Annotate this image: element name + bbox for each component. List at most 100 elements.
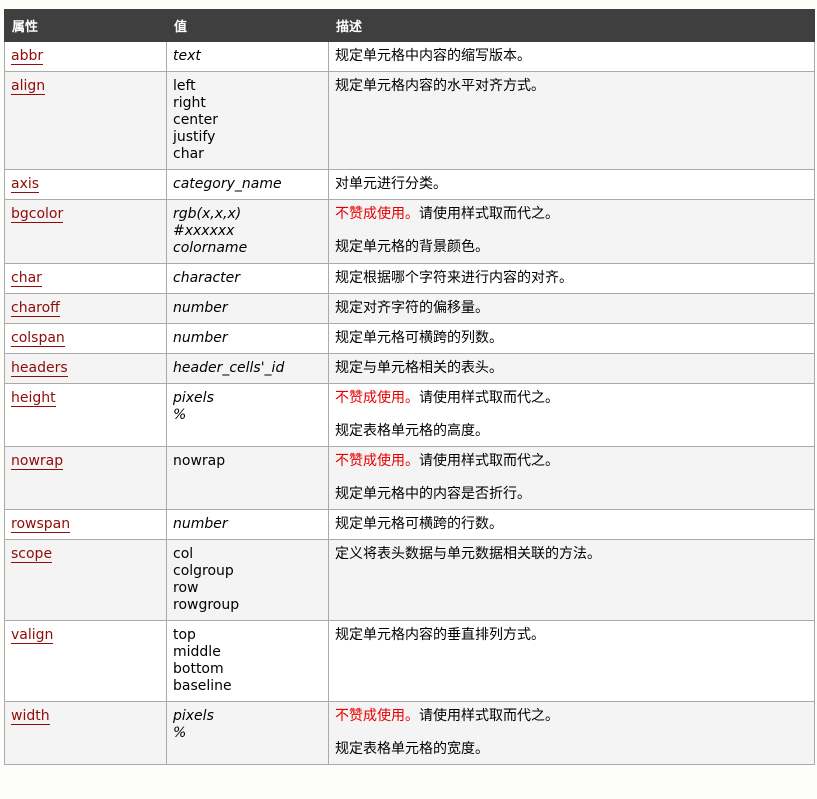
deprecation-note: 不赞成使用。请使用样式取而代之。 xyxy=(335,453,808,470)
table-row: height pixels% 不赞成使用。请使用样式取而代之。 规定表格单元格的高度。 xyxy=(4,383,815,447)
attribute-reference-table: 属性 值 描述 abbr text 规定单元格中内容的缩写版本。 align left r… xyxy=(4,9,815,765)
description-text: 定义将表头数据与单元数据相关联的方法。 xyxy=(335,546,601,562)
attribute-cell: colspan xyxy=(4,323,167,354)
description-text: 规定根据哪个字符来进行内容的对齐。 xyxy=(335,270,573,286)
value-option: char xyxy=(173,146,204,162)
value-cell: text xyxy=(166,41,329,72)
attribute-link[interactable]: rowspan xyxy=(11,516,71,533)
value-option: left xyxy=(173,78,196,94)
attribute-cell: bgcolor xyxy=(4,199,167,264)
deprecated-hint: 请使用样式取而代之。 xyxy=(419,390,559,406)
value-option: col xyxy=(173,546,194,562)
description-cell: 定义将表头数据与单元数据相关联的方法。 xyxy=(328,539,815,621)
value-option: pixels xyxy=(173,708,214,724)
attribute-cell: abbr xyxy=(4,41,167,72)
value-option: text xyxy=(173,48,201,64)
attribute-link[interactable]: bgcolor xyxy=(11,206,64,223)
deprecated-label: 不赞成使用。 xyxy=(335,453,419,469)
table-row: align left right center justify char 规定单元格内容的水… xyxy=(4,71,815,170)
table-row: charoff number 规定对齐字符的偏移量。 xyxy=(4,293,815,324)
attribute-link[interactable]: width xyxy=(11,708,50,725)
attribute-cell: height xyxy=(4,383,167,447)
value-cell: top middle bottom baseline xyxy=(166,620,329,702)
attribute-link[interactable]: axis xyxy=(11,176,40,193)
attribute-cell: rowspan xyxy=(4,509,167,540)
attribute-cell: valign xyxy=(4,620,167,702)
attribute-link[interactable]: colspan xyxy=(11,330,65,347)
attribute-cell: char xyxy=(4,263,167,294)
description-cell: 不赞成使用。请使用样式取而代之。规定表格单元格的高度。 xyxy=(328,383,815,447)
attribute-link[interactable]: align xyxy=(11,78,46,95)
value-option: number xyxy=(173,516,228,532)
description-text: 规定与单元格相关的表头。 xyxy=(335,360,503,376)
value-option: top xyxy=(173,627,196,643)
description-text: 规定对齐字符的偏移量。 xyxy=(335,300,489,316)
value-option: rgb(x,x,x) xyxy=(173,206,242,222)
value-cell: col colgroup row rowgroup xyxy=(166,539,329,621)
attribute-cell: axis xyxy=(4,169,167,200)
deprecated-label: 不赞成使用。 xyxy=(335,206,419,222)
description-cell: 不赞成使用。请使用样式取而代之。 规定单元格的背景颜色。 xyxy=(328,199,815,264)
description-text: 规定表格单元格的高度。 xyxy=(335,423,489,439)
value-cell: number xyxy=(166,293,329,324)
description-text: 规定表格单元格的宽度。 xyxy=(335,741,489,757)
table-row: abbr text 规定单元格中内容的缩写版本。 xyxy=(4,41,815,72)
attribute-link[interactable]: charoff xyxy=(11,300,60,317)
attribute-link[interactable]: valign xyxy=(11,627,54,644)
value-option: number xyxy=(173,330,228,346)
table-row: char character 规定根据哪个字符来进行内容的对齐。 xyxy=(4,263,815,294)
value-option: rowgroup xyxy=(173,597,240,613)
deprecation-note: 不赞成使用。请使用样式取而代之。 xyxy=(335,206,808,223)
value-option: % xyxy=(173,725,187,741)
deprecated-label: 不赞成使用。 xyxy=(335,390,419,406)
value-option: center xyxy=(173,112,219,128)
description-text: 规定单元格内容的水平对齐方式。 xyxy=(335,78,545,94)
value-cell: number xyxy=(166,323,329,354)
value-cell: character xyxy=(166,263,329,294)
value-option: nowrap xyxy=(173,453,226,469)
attribute-cell: width xyxy=(4,701,167,765)
attribute-link[interactable]: char xyxy=(11,270,42,287)
table-row: colspan number 规定单元格可横跨的列数。 xyxy=(4,323,815,354)
attribute-link[interactable]: abbr xyxy=(11,48,44,65)
value-cell: pixels% xyxy=(166,383,329,447)
deprecated-hint: 请使用样式取而代之。 xyxy=(419,206,559,222)
table-header: 属性 值 描述 xyxy=(4,9,815,42)
description-cell: 规定根据哪个字符来进行内容的对齐。 xyxy=(328,263,815,294)
description-cell: 规定单元格内容的水平对齐方式。 xyxy=(328,71,815,170)
description-text: 对单元进行分类。 xyxy=(335,176,447,192)
description-text: 规定单元格的背景颜色。 xyxy=(335,239,489,255)
table-row: valign top middle bottom baseline 规定单元格内容的垂直排… xyxy=(4,620,815,702)
table-row: nowrap nowrap 不赞成使用。请使用样式取而代之。 规定单元格中的内容是否折… xyxy=(4,446,815,510)
value-option: bottom xyxy=(173,661,224,677)
value-option: #xxxxxx xyxy=(173,223,235,239)
attribute-link[interactable]: scope xyxy=(11,546,53,563)
description-text: 规定单元格内容的垂直排列方式。 xyxy=(335,627,545,643)
value-option: baseline xyxy=(173,678,232,694)
description-cell: 不赞成使用。请使用样式取而代之。 规定单元格中的内容是否折行。 xyxy=(328,446,815,510)
value-option: pixels xyxy=(173,390,214,406)
header-value: 值 xyxy=(166,9,329,42)
value-option: colgroup xyxy=(173,563,234,579)
description-text: 规定单元格可横跨的列数。 xyxy=(335,330,503,346)
description-cell: 规定与单元格相关的表头。 xyxy=(328,353,815,384)
description-cell: 对单元进行分类。 xyxy=(328,169,815,200)
table-row: headers header_cells'_id 规定与单元格相关的表头。 xyxy=(4,353,815,384)
attribute-link[interactable]: nowrap xyxy=(11,453,64,470)
value-option: number xyxy=(173,300,228,316)
deprecation-note: 不赞成使用。请使用样式取而代之。 xyxy=(335,708,808,725)
header-description: 描述 xyxy=(328,9,815,42)
value-cell: number xyxy=(166,509,329,540)
value-cell: category_name xyxy=(166,169,329,200)
attribute-link[interactable]: headers xyxy=(11,360,68,377)
description-text: 规定单元格中内容的缩写版本。 xyxy=(335,48,531,64)
value-option: category_name xyxy=(173,176,282,192)
value-option: colorname xyxy=(173,240,248,256)
attribute-link[interactable]: height xyxy=(11,390,56,407)
attribute-cell: scope xyxy=(4,539,167,621)
description-text: 规定单元格中的内容是否折行。 xyxy=(335,486,531,502)
description-cell: 规定单元格可横跨的列数。 xyxy=(328,323,815,354)
table-row: axis category_name 对单元进行分类。 xyxy=(4,169,815,200)
value-cell: nowrap xyxy=(166,446,329,510)
description-cell: 规定单元格可横跨的行数。 xyxy=(328,509,815,540)
